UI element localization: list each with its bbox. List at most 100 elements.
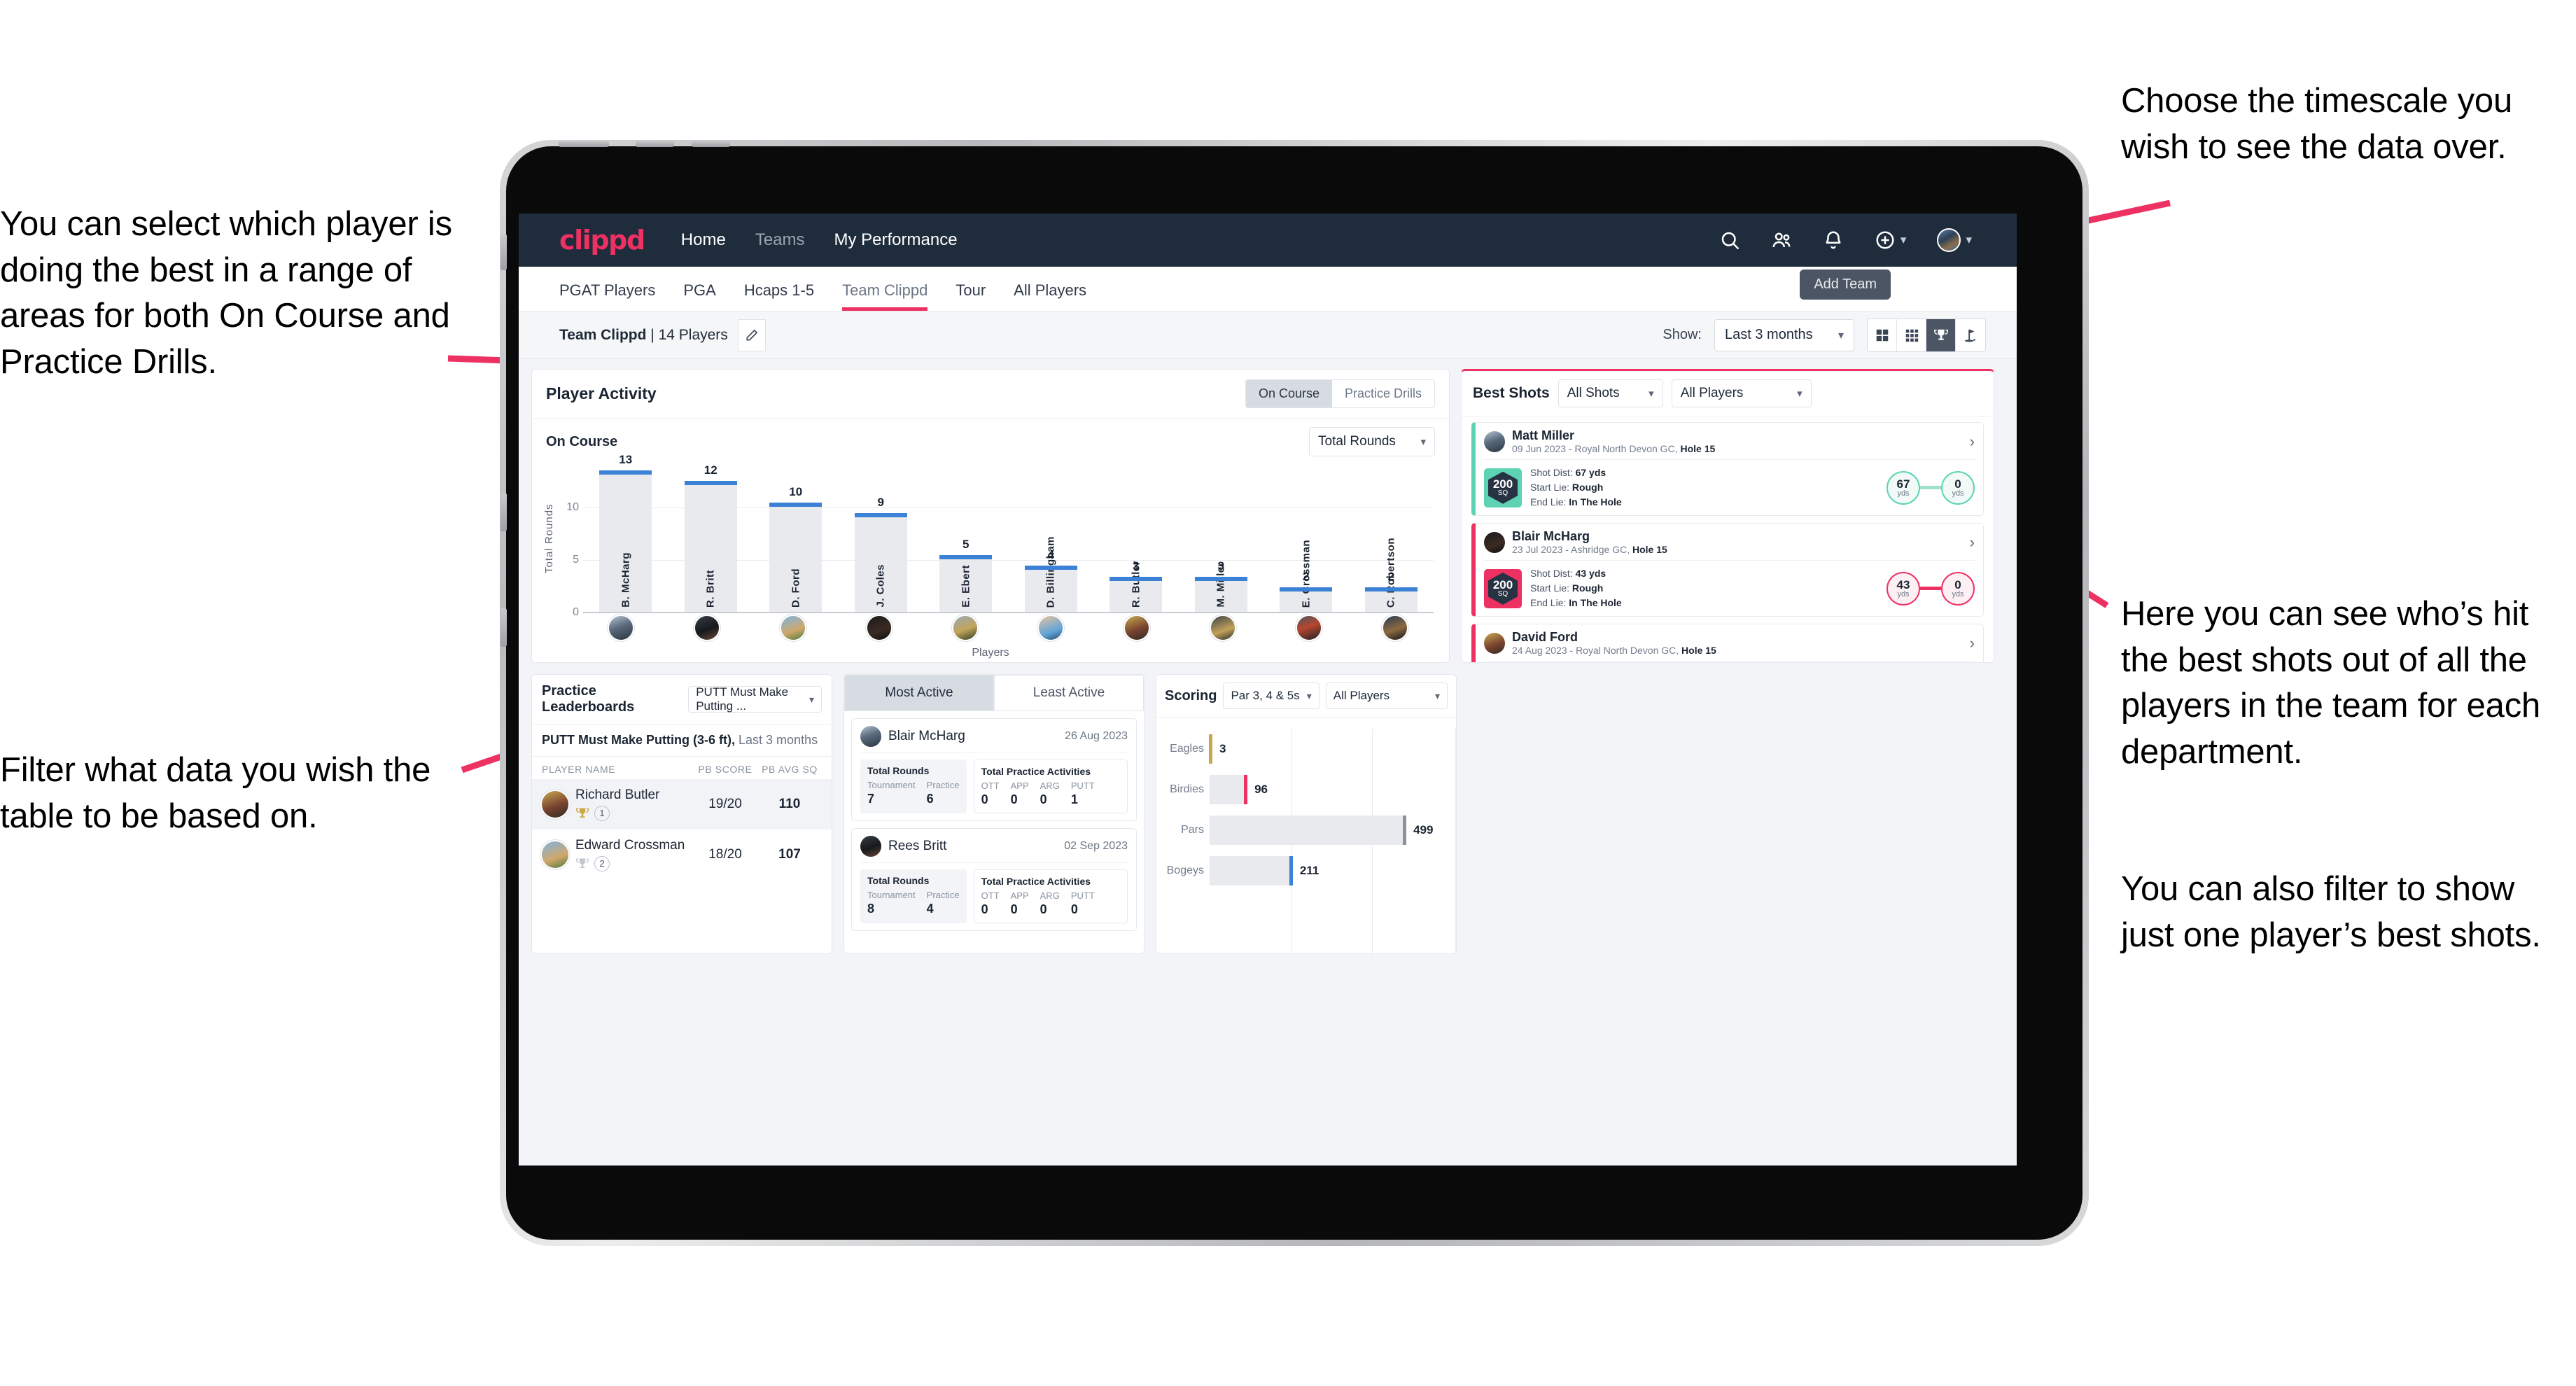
best-shot-item[interactable]: Matt Miller 09 Jun 2023 - Royal North Dev…: [1471, 422, 1984, 517]
best-shots-player-filter[interactable]: All Players ▾: [1671, 379, 1812, 407]
tab-team-clippd[interactable]: Team Clippd: [842, 281, 928, 311]
device-button-top-2[interactable]: [636, 141, 674, 147]
avatar[interactable]: [1937, 228, 1961, 252]
scoring-par-filter[interactable]: Par 3, 4 & 5s ▾: [1223, 682, 1320, 709]
avatar[interactable]: [951, 615, 979, 641]
chart-bar[interactable]: E. Crossman: [1280, 540, 1333, 612]
chart-bar-column[interactable]: 12 R. Britt: [668, 463, 754, 612]
avatar[interactable]: [1295, 615, 1322, 641]
people-icon[interactable]: [1771, 230, 1792, 251]
rounds-metric-value: Total Rounds: [1318, 434, 1396, 449]
shot-from-unit: yds: [1897, 589, 1910, 598]
chevron-right-icon[interactable]: ›: [1970, 634, 1975, 652]
edit-team-button[interactable]: [737, 318, 766, 351]
chart-bar[interactable]: D. Ford: [769, 502, 822, 612]
plus-circle-icon[interactable]: [1875, 230, 1896, 251]
best-shot-item[interactable]: Blair McHarg 23 Jul 2023 - Ashridge GC, H…: [1471, 523, 1984, 617]
chart-bar[interactable]: C. Robertson: [1364, 538, 1418, 612]
add-menu[interactable]: ▾: [1875, 230, 1906, 251]
segment-practice-drills[interactable]: Practice Drills: [1331, 380, 1434, 407]
scoring-bar-cap: [1289, 856, 1293, 886]
list-item[interactable]: Blair McHarg 26 Aug 2023 Total Rounds Tourn…: [851, 718, 1137, 821]
avatar[interactable]: [1381, 615, 1408, 641]
leaderboard-rows: Richard Butler 1 19/20 110 Edward Crossman 2 1…: [532, 779, 832, 880]
device-button-top-1[interactable]: [559, 141, 609, 147]
best-shot-item[interactable]: David Ford 24 Aug 2023 - Royal North Devo…: [1471, 624, 1984, 662]
chevron-right-icon[interactable]: ›: [1970, 433, 1975, 451]
list-item[interactable]: Rees Britt 02 Sep 2023 Total Rounds Tournam…: [851, 828, 1137, 931]
chart-bar-column[interactable]: 9 J. Coles: [839, 463, 924, 612]
rounds-col: Practice 6: [926, 780, 960, 806]
table-row[interactable]: Edward Crossman 2 18/20 107: [532, 830, 832, 880]
avatar[interactable]: [1209, 615, 1236, 641]
chart-bar[interactable]: B. McHarg: [599, 470, 652, 612]
scoring-bar[interactable]: [1210, 856, 1293, 886]
rounds-metric-select[interactable]: Total Rounds ▾: [1309, 427, 1435, 456]
chart-bar-column[interactable]: 2 E. Crossman: [1264, 463, 1349, 612]
activity-date: 26 Aug 2023: [1065, 730, 1128, 742]
avatar[interactable]: [1124, 615, 1151, 641]
nav-my-performance[interactable]: My Performance: [834, 230, 958, 250]
chart-bar-column[interactable]: 2 C. Robertson: [1349, 463, 1434, 612]
tab-all-players[interactable]: All Players: [1014, 281, 1086, 311]
scoring-bar[interactable]: [1210, 775, 1248, 804]
view-golf-flag-button[interactable]: [1956, 318, 1985, 351]
tab-tour[interactable]: Tour: [955, 281, 986, 311]
nav-home[interactable]: Home: [681, 230, 726, 250]
tab-pgat-players[interactable]: PGAT Players: [559, 281, 655, 311]
chart-bar-column[interactable]: 3 R. Butler: [1093, 463, 1179, 612]
scoring-row[interactable]: Pars 499: [1166, 810, 1446, 850]
chart-bar-column[interactable]: 10 D. Ford: [753, 463, 839, 612]
scoring-row[interactable]: Birdies 96: [1166, 769, 1446, 810]
tab-most-active[interactable]: Most Active: [844, 675, 994, 711]
practice-leaderboards-header: Practice Leaderboards PUTT Must Make Put…: [532, 675, 832, 724]
practice-activities-values: OTT 0 APP 0 ARG 0 PUTT 1: [981, 780, 1120, 807]
tab-pga[interactable]: PGA: [683, 281, 715, 311]
profile-menu[interactable]: ▾: [1937, 228, 1972, 252]
view-grid-4-button[interactable]: [1868, 318, 1897, 351]
view-grid-9-button[interactable]: [1897, 318, 1926, 351]
chart-bar-column[interactable]: 13 B. McHarg: [583, 453, 668, 612]
chart-bar[interactable]: R. Butler: [1110, 561, 1163, 612]
chart-bar[interactable]: J. Coles: [854, 512, 908, 612]
view-trophy-button[interactable]: [1926, 318, 1956, 351]
chart-bar-value: 5: [962, 538, 969, 552]
table-row[interactable]: Richard Butler 1 19/20 110: [532, 779, 832, 830]
scoring-player-filter[interactable]: All Players ▾: [1325, 682, 1448, 709]
scoring-row[interactable]: Eagles 3: [1166, 729, 1446, 769]
avatar[interactable]: [694, 615, 721, 641]
drill-select[interactable]: PUTT Must Make Putting ... ▾: [688, 685, 822, 713]
chart-bar-label: D. Ford: [790, 568, 802, 608]
chart-bar[interactable]: R. Britt: [684, 481, 738, 612]
tab-hcaps-1-5[interactable]: Hcaps 1-5: [744, 281, 814, 311]
scoring-row[interactable]: Bogeys 211: [1166, 850, 1446, 891]
avatar[interactable]: [1037, 615, 1065, 641]
chevron-right-icon[interactable]: ›: [1970, 533, 1975, 552]
chart-bar-column[interactable]: 3 M. Miller: [1179, 463, 1264, 612]
segment-on-course[interactable]: On Course: [1245, 380, 1332, 407]
device-button-side[interactable]: [500, 234, 507, 270]
clippd-logo[interactable]: clippd: [559, 225, 645, 255]
chart-bar[interactable]: D. Billingham: [1024, 536, 1078, 612]
device-button-top-3[interactable]: [692, 141, 730, 147]
best-shot-meta: 24 Aug 2023 - Royal North Devon GC, Hole…: [1512, 645, 1716, 657]
chart-bar[interactable]: E. Ebert: [939, 555, 993, 612]
scoring-bar[interactable]: [1210, 816, 1407, 845]
chart-bar-column[interactable]: 4 D. Billingham: [1009, 463, 1094, 612]
chart-bar-column[interactable]: 5 E. Ebert: [923, 463, 1009, 612]
chart-bar[interactable]: M. Miller: [1194, 562, 1248, 612]
player-activity-card: Player Activity On Course Practice Drill…: [531, 369, 1450, 663]
avatar[interactable]: [608, 615, 635, 641]
nav-teams[interactable]: Teams: [755, 230, 805, 250]
best-shots-shot-filter[interactable]: All Shots ▾: [1558, 379, 1663, 407]
app-header: clippd Home Teams My Performance ▾ ▾: [519, 214, 2017, 267]
search-icon[interactable]: [1719, 230, 1740, 251]
shot-dist-label: Shot Dist:: [1530, 568, 1573, 580]
timescale-select[interactable]: Last 3 months ▾: [1714, 318, 1854, 351]
tab-least-active[interactable]: Least Active: [994, 675, 1144, 711]
shot-dist-value: 67 yds: [1575, 467, 1606, 479]
avatar[interactable]: [779, 615, 806, 641]
avatar[interactable]: [865, 615, 892, 641]
practice-activities-box: Total Practice Activities OTT 0 APP 0 ARG 0 PUT…: [973, 869, 1128, 923]
bell-icon[interactable]: [1823, 230, 1844, 251]
